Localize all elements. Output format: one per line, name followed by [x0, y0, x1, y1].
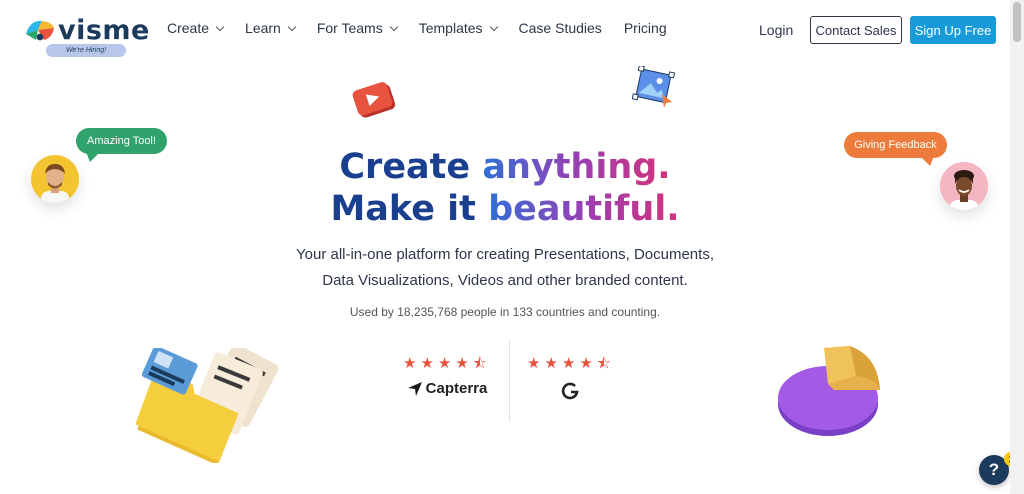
chevron-down-icon	[389, 22, 398, 31]
sign-up-button[interactable]: Sign Up Free	[910, 16, 996, 44]
nav-case-studies-label: Case Studies	[518, 20, 602, 36]
scrollbar-thumb[interactable]	[1013, 2, 1021, 42]
page: visme We're Hiring! Create Learn For Tea…	[0, 0, 1024, 494]
capterra-rating[interactable]: ★★★★⯪ Capterra	[397, 355, 497, 398]
contact-sales-button[interactable]: Contact Sales	[810, 16, 902, 44]
rating-stars: ★★★★⯪	[527, 355, 615, 372]
g2-mark-icon	[561, 382, 579, 400]
hero-heading: Create anything. Make it beautiful.	[0, 146, 1010, 230]
logo-mark-icon	[26, 20, 54, 41]
logo-wordmark: visme	[58, 15, 150, 46]
video-play-icon	[352, 82, 396, 118]
hero-subtitle-line-1: Your all-in-one platform for creating Pr…	[296, 246, 714, 263]
nav-learn[interactable]: Learn	[245, 20, 297, 36]
hiring-badge[interactable]: We're Hiring!	[46, 44, 126, 57]
nav-case-studies[interactable]: Case Studies	[519, 20, 602, 36]
hero-line-1-b: anything.	[482, 147, 671, 187]
hero-line-2: Make it beautiful.	[0, 188, 1010, 230]
chevron-down-icon	[489, 22, 498, 31]
ratings-divider	[509, 340, 510, 422]
hero-line-2-b: beautiful.	[488, 189, 680, 229]
rating-stars: ★★★★⯪	[403, 355, 491, 372]
capterra-label: Capterra	[425, 380, 488, 397]
chevron-down-icon	[215, 22, 225, 31]
image-edit-icon	[632, 66, 676, 108]
hero-line-1-a: Create	[339, 147, 483, 187]
nav-learn-label: Learn	[245, 20, 281, 36]
nav-create-label: Create	[167, 20, 210, 36]
g2-rating[interactable]: ★★★★⯪ G2	[521, 356, 621, 400]
nav-pricing-label: Pricing	[623, 20, 667, 36]
usage-stat: Used by 18,235,768 people in 133 countri…	[349, 305, 661, 319]
nav-for-teams[interactable]: For Teams	[316, 20, 398, 36]
g2-logo: G2	[521, 380, 621, 400]
capterra-logo: Capterra	[397, 380, 497, 397]
page-scrollbar[interactable]	[1010, 0, 1024, 494]
site-header: visme We're Hiring! Create Learn For Tea…	[0, 0, 1010, 62]
hero-subtitle-line-2: Data Visualizations, Videos and other br…	[322, 272, 688, 289]
pie-chart-illustration	[778, 346, 880, 436]
hero-line-2-a: Make it	[330, 189, 489, 229]
nav-create[interactable]: Create	[167, 20, 225, 36]
folder-documents-illustration	[135, 348, 279, 463]
visme-logo[interactable]: visme We're Hiring!	[24, 16, 149, 60]
nav-templates[interactable]: Templates	[418, 20, 498, 36]
nav-templates-label: Templates	[418, 20, 483, 36]
hero-line-1: Create anything.	[0, 146, 1010, 188]
chevron-down-icon	[287, 22, 297, 31]
capterra-arrow-icon	[407, 381, 422, 396]
login-link[interactable]: Login	[759, 22, 793, 38]
nav-for-teams-label: For Teams	[316, 20, 383, 36]
main-nav: Create Learn For Teams Templates Case St…	[167, 20, 689, 36]
nav-pricing[interactable]: Pricing	[624, 20, 667, 36]
hero-subtitle: Your all-in-one platform for creating Pr…	[0, 242, 1010, 294]
